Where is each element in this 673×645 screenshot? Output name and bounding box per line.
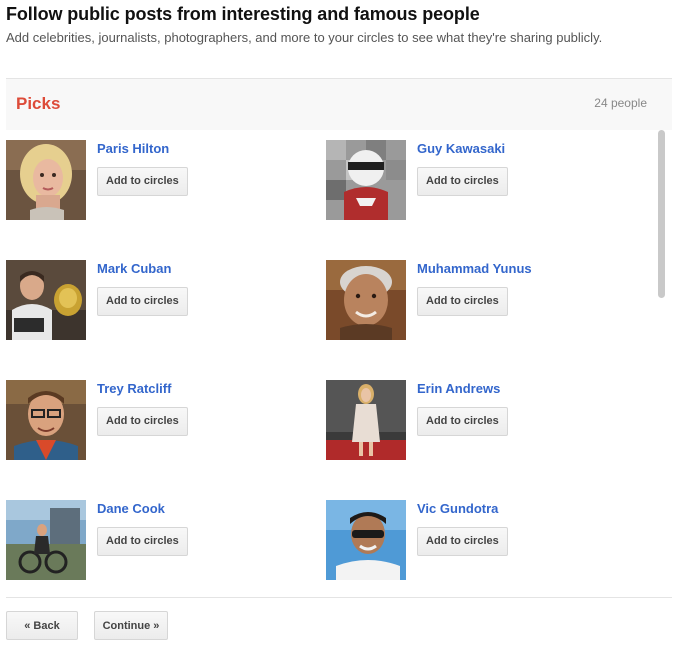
person-name[interactable]: Dane Cook [97, 501, 165, 516]
person-card: Muhammad Yunus Add to circles [326, 260, 646, 380]
avatar[interactable] [326, 260, 406, 340]
back-button[interactable]: « Back [6, 611, 78, 640]
person-card: Mark Cuban Add to circles [6, 260, 326, 380]
scrollbar[interactable] [656, 130, 666, 597]
avatar[interactable] [6, 260, 86, 340]
person-name[interactable]: Vic Gundotra [417, 501, 498, 516]
avatar[interactable] [6, 380, 86, 460]
picks-panel: Picks 24 people Paris Hilton Add to circ… [6, 78, 672, 598]
person-name[interactable]: Mark Cuban [97, 261, 171, 276]
person-name[interactable]: Muhammad Yunus [417, 261, 532, 276]
person-card: Dane Cook Add to circles [6, 500, 326, 597]
person-name[interactable]: Trey Ratcliff [97, 381, 171, 396]
avatar[interactable] [326, 380, 406, 460]
add-to-circles-button[interactable]: Add to circles [417, 527, 508, 556]
person-card: Trey Ratcliff Add to circles [6, 380, 326, 500]
avatar[interactable] [6, 140, 86, 220]
add-to-circles-button[interactable]: Add to circles [97, 287, 188, 316]
person-card: Paris Hilton Add to circles [6, 140, 326, 260]
add-to-circles-button[interactable]: Add to circles [97, 167, 188, 196]
page-subtitle: Add celebrities, journalists, photograph… [6, 30, 603, 45]
add-to-circles-button[interactable]: Add to circles [417, 167, 508, 196]
people-grid: Paris Hilton Add to circles Guy Kawasaki… [6, 140, 646, 597]
add-to-circles-button[interactable]: Add to circles [417, 287, 508, 316]
avatar[interactable] [326, 500, 406, 580]
person-card: Guy Kawasaki Add to circles [326, 140, 646, 260]
person-card: Vic Gundotra Add to circles [326, 500, 646, 597]
person-card: Erin Andrews Add to circles [326, 380, 646, 500]
avatar[interactable] [326, 140, 406, 220]
people-count: 24 people [594, 96, 647, 110]
scrollbar-thumb[interactable] [658, 130, 665, 298]
people-scroll-area[interactable]: Paris Hilton Add to circles Guy Kawasaki… [6, 130, 672, 597]
add-to-circles-button[interactable]: Add to circles [97, 407, 188, 436]
page-title: Follow public posts from interesting and… [6, 4, 480, 24]
person-name[interactable]: Guy Kawasaki [417, 141, 505, 156]
add-to-circles-button[interactable]: Add to circles [97, 527, 188, 556]
person-name[interactable]: Paris Hilton [97, 141, 169, 156]
picks-title: Picks [16, 94, 61, 113]
add-to-circles-button[interactable]: Add to circles [417, 407, 508, 436]
continue-button[interactable]: Continue » [94, 611, 168, 640]
panel-header: Picks 24 people [6, 79, 672, 130]
avatar[interactable] [6, 500, 86, 580]
person-name[interactable]: Erin Andrews [417, 381, 500, 396]
